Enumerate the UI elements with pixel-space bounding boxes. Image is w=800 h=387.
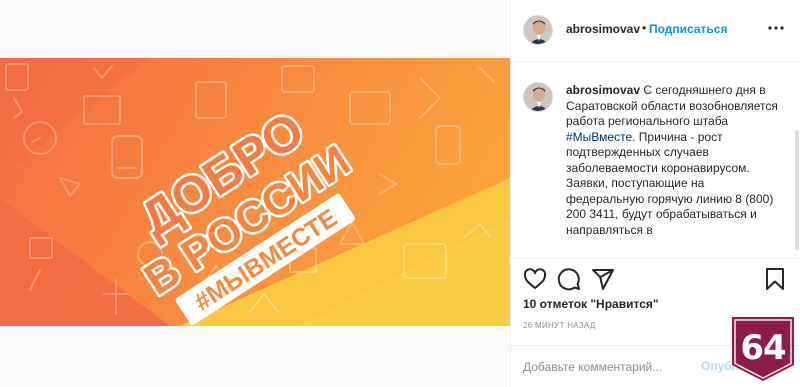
post-media-area: ДОБРО ДОБРО В РОССИИ В РОССИИ #МЫВМЕСТЕ: [0, 0, 510, 387]
comment-input[interactable]: [523, 358, 713, 376]
share-icon[interactable]: [591, 267, 615, 291]
comment-icon[interactable]: [557, 267, 581, 291]
follow-button[interactable]: Подписаться: [649, 22, 727, 36]
channel-logo-badge: 64: [732, 317, 794, 381]
caption-hashtag-link[interactable]: #МыВместе: [566, 130, 632, 144]
post-timestamp[interactable]: 26 МИНУТ НАЗАД: [523, 321, 596, 330]
heart-icon[interactable]: [523, 267, 547, 291]
caption-paragraph2: Заявки, поступающие на федеральную горяч…: [566, 176, 774, 237]
author-avatar[interactable]: [523, 15, 553, 45]
caption-username[interactable]: abrosimovav: [566, 83, 640, 97]
caption-author-avatar[interactable]: [523, 82, 553, 112]
likes-count[interactable]: 10 отметок "Нравится": [523, 297, 659, 311]
bookmark-icon[interactable]: [763, 267, 787, 291]
more-horizontal-icon[interactable]: [767, 19, 785, 37]
caption-scroll-area[interactable]: abrosimovav С сегодняшнего дня в Саратов…: [511, 62, 800, 257]
post-caption: abrosimovav С сегодняшнего дня в Саратов…: [566, 83, 781, 238]
caption-scrollbar[interactable]: [795, 130, 799, 250]
author-username[interactable]: abrosimovav: [566, 22, 640, 36]
header-separator: •: [642, 21, 647, 35]
channel-logo-text: 64: [740, 328, 786, 368]
post-image[interactable]: ДОБРО ДОБРО В РОССИИ В РОССИИ #МЫВМЕСТЕ: [0, 58, 510, 326]
post-header: abrosimovav • Подписаться: [511, 0, 800, 62]
instagram-post-modal: ДОБРО ДОБРО В РОССИИ В РОССИИ #МЫВМЕСТЕ: [0, 0, 800, 387]
